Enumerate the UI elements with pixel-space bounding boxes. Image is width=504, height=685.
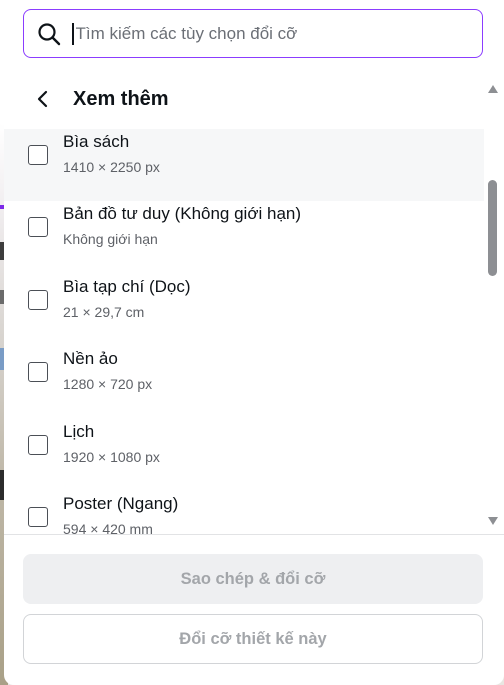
chevron-left-icon [37, 90, 48, 108]
item-name: Lịch [63, 422, 95, 441]
item-dimensions: 594 × 420 mm [63, 521, 153, 535]
checkbox[interactable] [28, 362, 48, 382]
list-item[interactable]: Bìa sách 1410 × 2250 px [4, 129, 484, 201]
item-dimensions: 1410 × 2250 px [63, 159, 160, 175]
list-item[interactable]: Nền ảo 1280 × 720 px [4, 346, 484, 418]
item-name: Bìa sách [63, 132, 130, 151]
list-item[interactable]: Bìa tạp chí (Dọc) 21 × 29,7 cm [4, 274, 484, 346]
section-header: Xem thêm [30, 82, 169, 116]
item-name: Nền ảo [63, 349, 118, 368]
copy-and-resize-button[interactable]: Sao chép & đổi cỡ [23, 554, 483, 604]
resize-panel: Xem thêm Bìa sách 1410 × 2250 px Bản đồ … [4, 0, 504, 685]
list-item[interactable]: Lịch 1920 × 1080 px [4, 419, 484, 491]
item-name: Poster (Ngang) [63, 494, 179, 513]
checkbox[interactable] [28, 217, 48, 237]
back-button[interactable] [30, 86, 56, 112]
scrollbar-thumb[interactable] [488, 180, 497, 276]
checkbox[interactable] [28, 507, 48, 527]
item-name: Bìa tạp chí (Dọc) [63, 277, 191, 296]
search-icon [38, 22, 61, 45]
checkbox[interactable] [28, 290, 48, 310]
item-dimensions: 1280 × 720 px [63, 376, 153, 392]
section-title: Xem thêm [73, 87, 169, 110]
item-dimensions: 1920 × 1080 px [63, 449, 160, 465]
search-input[interactable] [75, 23, 482, 44]
text-caret [72, 22, 74, 45]
checkbox[interactable] [28, 145, 48, 165]
footer-divider [4, 534, 504, 535]
item-dimensions: Không giới hạn [63, 231, 158, 247]
checkbox[interactable] [28, 435, 48, 455]
triangle-up-icon[interactable] [487, 84, 499, 94]
item-name: Bản đồ tư duy (Không giới hạn) [63, 204, 302, 223]
item-dimensions: 21 × 29,7 cm [63, 304, 145, 320]
list-item[interactable]: Poster (Ngang) 594 × 420 mm [4, 491, 484, 535]
list-item[interactable]: Bản đồ tư duy (Không giới hạn) Không giớ… [4, 201, 484, 273]
triangle-down-icon[interactable] [487, 516, 499, 526]
search-box[interactable] [23, 9, 483, 58]
resize-options-list: Bìa sách 1410 × 2250 px Bản đồ tư duy (K… [4, 129, 484, 535]
resize-this-design-button[interactable]: Đổi cỡ thiết kế này [23, 614, 483, 664]
